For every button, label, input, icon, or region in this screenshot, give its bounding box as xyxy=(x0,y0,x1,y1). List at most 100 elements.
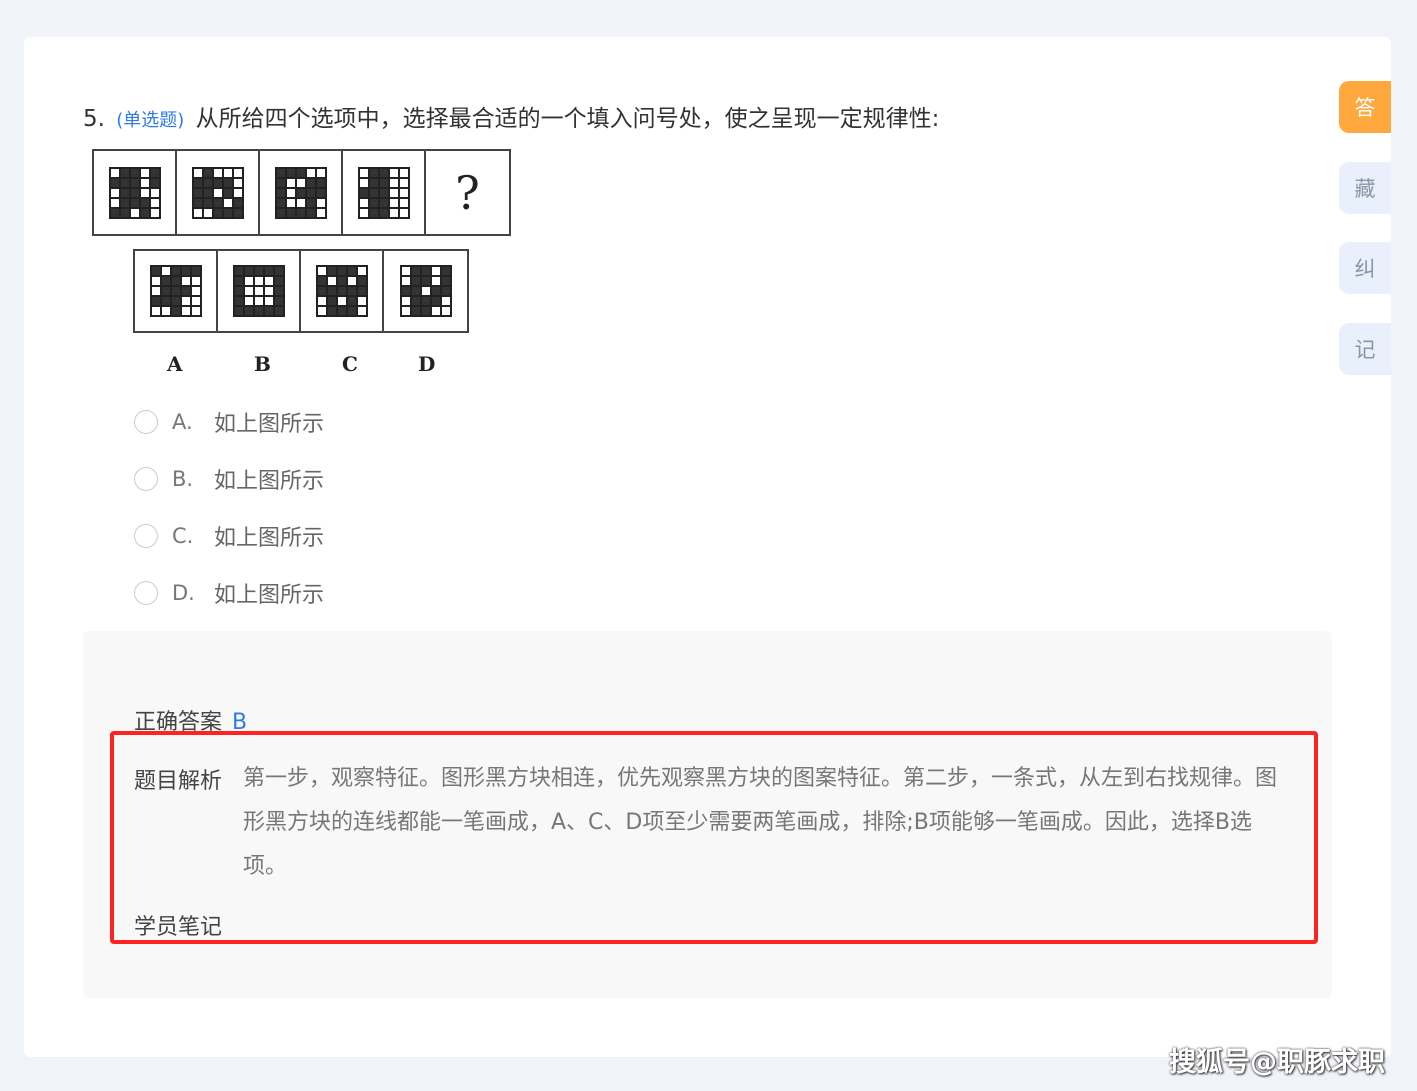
grid-square xyxy=(305,187,316,198)
grid-square xyxy=(119,197,130,208)
sequence-figure-2 xyxy=(177,151,260,234)
grid-square xyxy=(336,266,347,276)
grid-square xyxy=(305,207,316,218)
watermark: 搜狐号@职豚求职 xyxy=(1169,1047,1385,1078)
report-error-button[interactable]: 纠 xyxy=(1339,242,1391,294)
question-type: (单选题) xyxy=(116,110,185,131)
grid-square xyxy=(295,197,306,208)
grid-square xyxy=(192,197,203,208)
grid-square xyxy=(170,296,181,306)
option-figure-labels: A B C D xyxy=(133,352,473,378)
grid-square xyxy=(232,167,243,178)
grid-square xyxy=(202,187,213,198)
grid-square xyxy=(139,197,150,208)
grid-square xyxy=(119,207,130,218)
grid-square xyxy=(388,167,399,178)
radio-icon[interactable] xyxy=(134,410,158,434)
grid-square xyxy=(378,167,389,178)
grid-square xyxy=(440,286,451,296)
grid-square xyxy=(170,306,181,316)
grid-square xyxy=(160,276,171,286)
grid-square xyxy=(149,197,160,208)
option-text: 如上图所示 xyxy=(214,583,325,608)
grid-square xyxy=(275,177,286,188)
radio-icon[interactable] xyxy=(134,467,158,491)
option-text: 如上图所示 xyxy=(214,469,325,494)
grid-square xyxy=(326,306,337,316)
grid-square xyxy=(119,177,130,188)
grid-square xyxy=(368,207,379,218)
answer-sheet-button[interactable]: 答 xyxy=(1339,81,1391,133)
grid-square xyxy=(222,187,233,198)
grid-square xyxy=(356,296,367,306)
grid-square xyxy=(160,306,171,316)
grid-square xyxy=(356,276,367,286)
grid-square xyxy=(192,177,203,188)
grid-square xyxy=(430,306,441,316)
grid-square xyxy=(243,286,254,296)
grid-square xyxy=(222,197,233,208)
grid-square xyxy=(316,266,327,276)
option-d[interactable]: D. 如上图所示 xyxy=(134,577,324,609)
grid-square xyxy=(305,167,316,178)
grid-square xyxy=(119,167,130,178)
sequence-figure-4 xyxy=(343,151,426,234)
option-letter: A. xyxy=(172,410,193,434)
grid-square xyxy=(119,187,130,198)
grid-square xyxy=(263,276,274,286)
grid-square xyxy=(378,177,389,188)
figure-label-b: B xyxy=(254,352,271,376)
grid-square xyxy=(232,177,243,188)
grid-square xyxy=(388,187,399,198)
option-letter: B. xyxy=(172,467,194,491)
grid-square xyxy=(212,187,223,198)
grid-square xyxy=(295,177,306,188)
grid-square xyxy=(273,266,284,276)
grid-square xyxy=(285,187,296,198)
radio-icon[interactable] xyxy=(134,581,158,605)
grid-square xyxy=(285,167,296,178)
grid-square xyxy=(149,187,160,198)
grid-square xyxy=(129,207,140,218)
grid-square xyxy=(149,167,160,178)
notes-button[interactable]: 记 xyxy=(1339,323,1391,375)
favorite-button[interactable]: 藏 xyxy=(1339,162,1391,214)
grid-square xyxy=(285,207,296,218)
grid-square xyxy=(233,266,244,276)
grid-square xyxy=(190,306,201,316)
grid-square xyxy=(139,177,150,188)
question-text: 从所给四个选项中，选择最合适的一个填入问号处，使之呈现一定规律性: xyxy=(195,106,940,132)
grid-square xyxy=(150,296,161,306)
grid-square xyxy=(170,266,181,276)
option-c[interactable]: C. 如上图所示 xyxy=(134,520,324,552)
grid-square xyxy=(420,276,431,286)
option-figure-d xyxy=(384,251,467,331)
grid-square xyxy=(150,286,161,296)
grid-square xyxy=(253,276,264,286)
grid-square xyxy=(202,177,213,188)
grid-square xyxy=(400,266,411,276)
radio-icon[interactable] xyxy=(134,524,158,548)
grid-square xyxy=(285,197,296,208)
grid-square xyxy=(346,286,357,296)
option-b[interactable]: B. 如上图所示 xyxy=(134,463,324,495)
grid-square xyxy=(388,197,399,208)
grid-square xyxy=(129,177,140,188)
grid-square xyxy=(358,197,369,208)
grid-square xyxy=(368,197,379,208)
grid-square xyxy=(326,296,337,306)
grid-square xyxy=(150,306,161,316)
grid-square xyxy=(315,167,326,178)
grid-square xyxy=(129,167,140,178)
grid-square xyxy=(222,207,233,218)
grid-square xyxy=(222,177,233,188)
grid-square xyxy=(233,296,244,306)
grid-square xyxy=(109,167,120,178)
grid-square xyxy=(315,207,326,218)
grid-square xyxy=(273,276,284,286)
grid-square xyxy=(316,286,327,296)
question-number: 5. xyxy=(83,106,105,132)
option-a[interactable]: A. 如上图所示 xyxy=(134,406,324,438)
grid-square xyxy=(180,266,191,276)
grid-square xyxy=(346,276,357,286)
